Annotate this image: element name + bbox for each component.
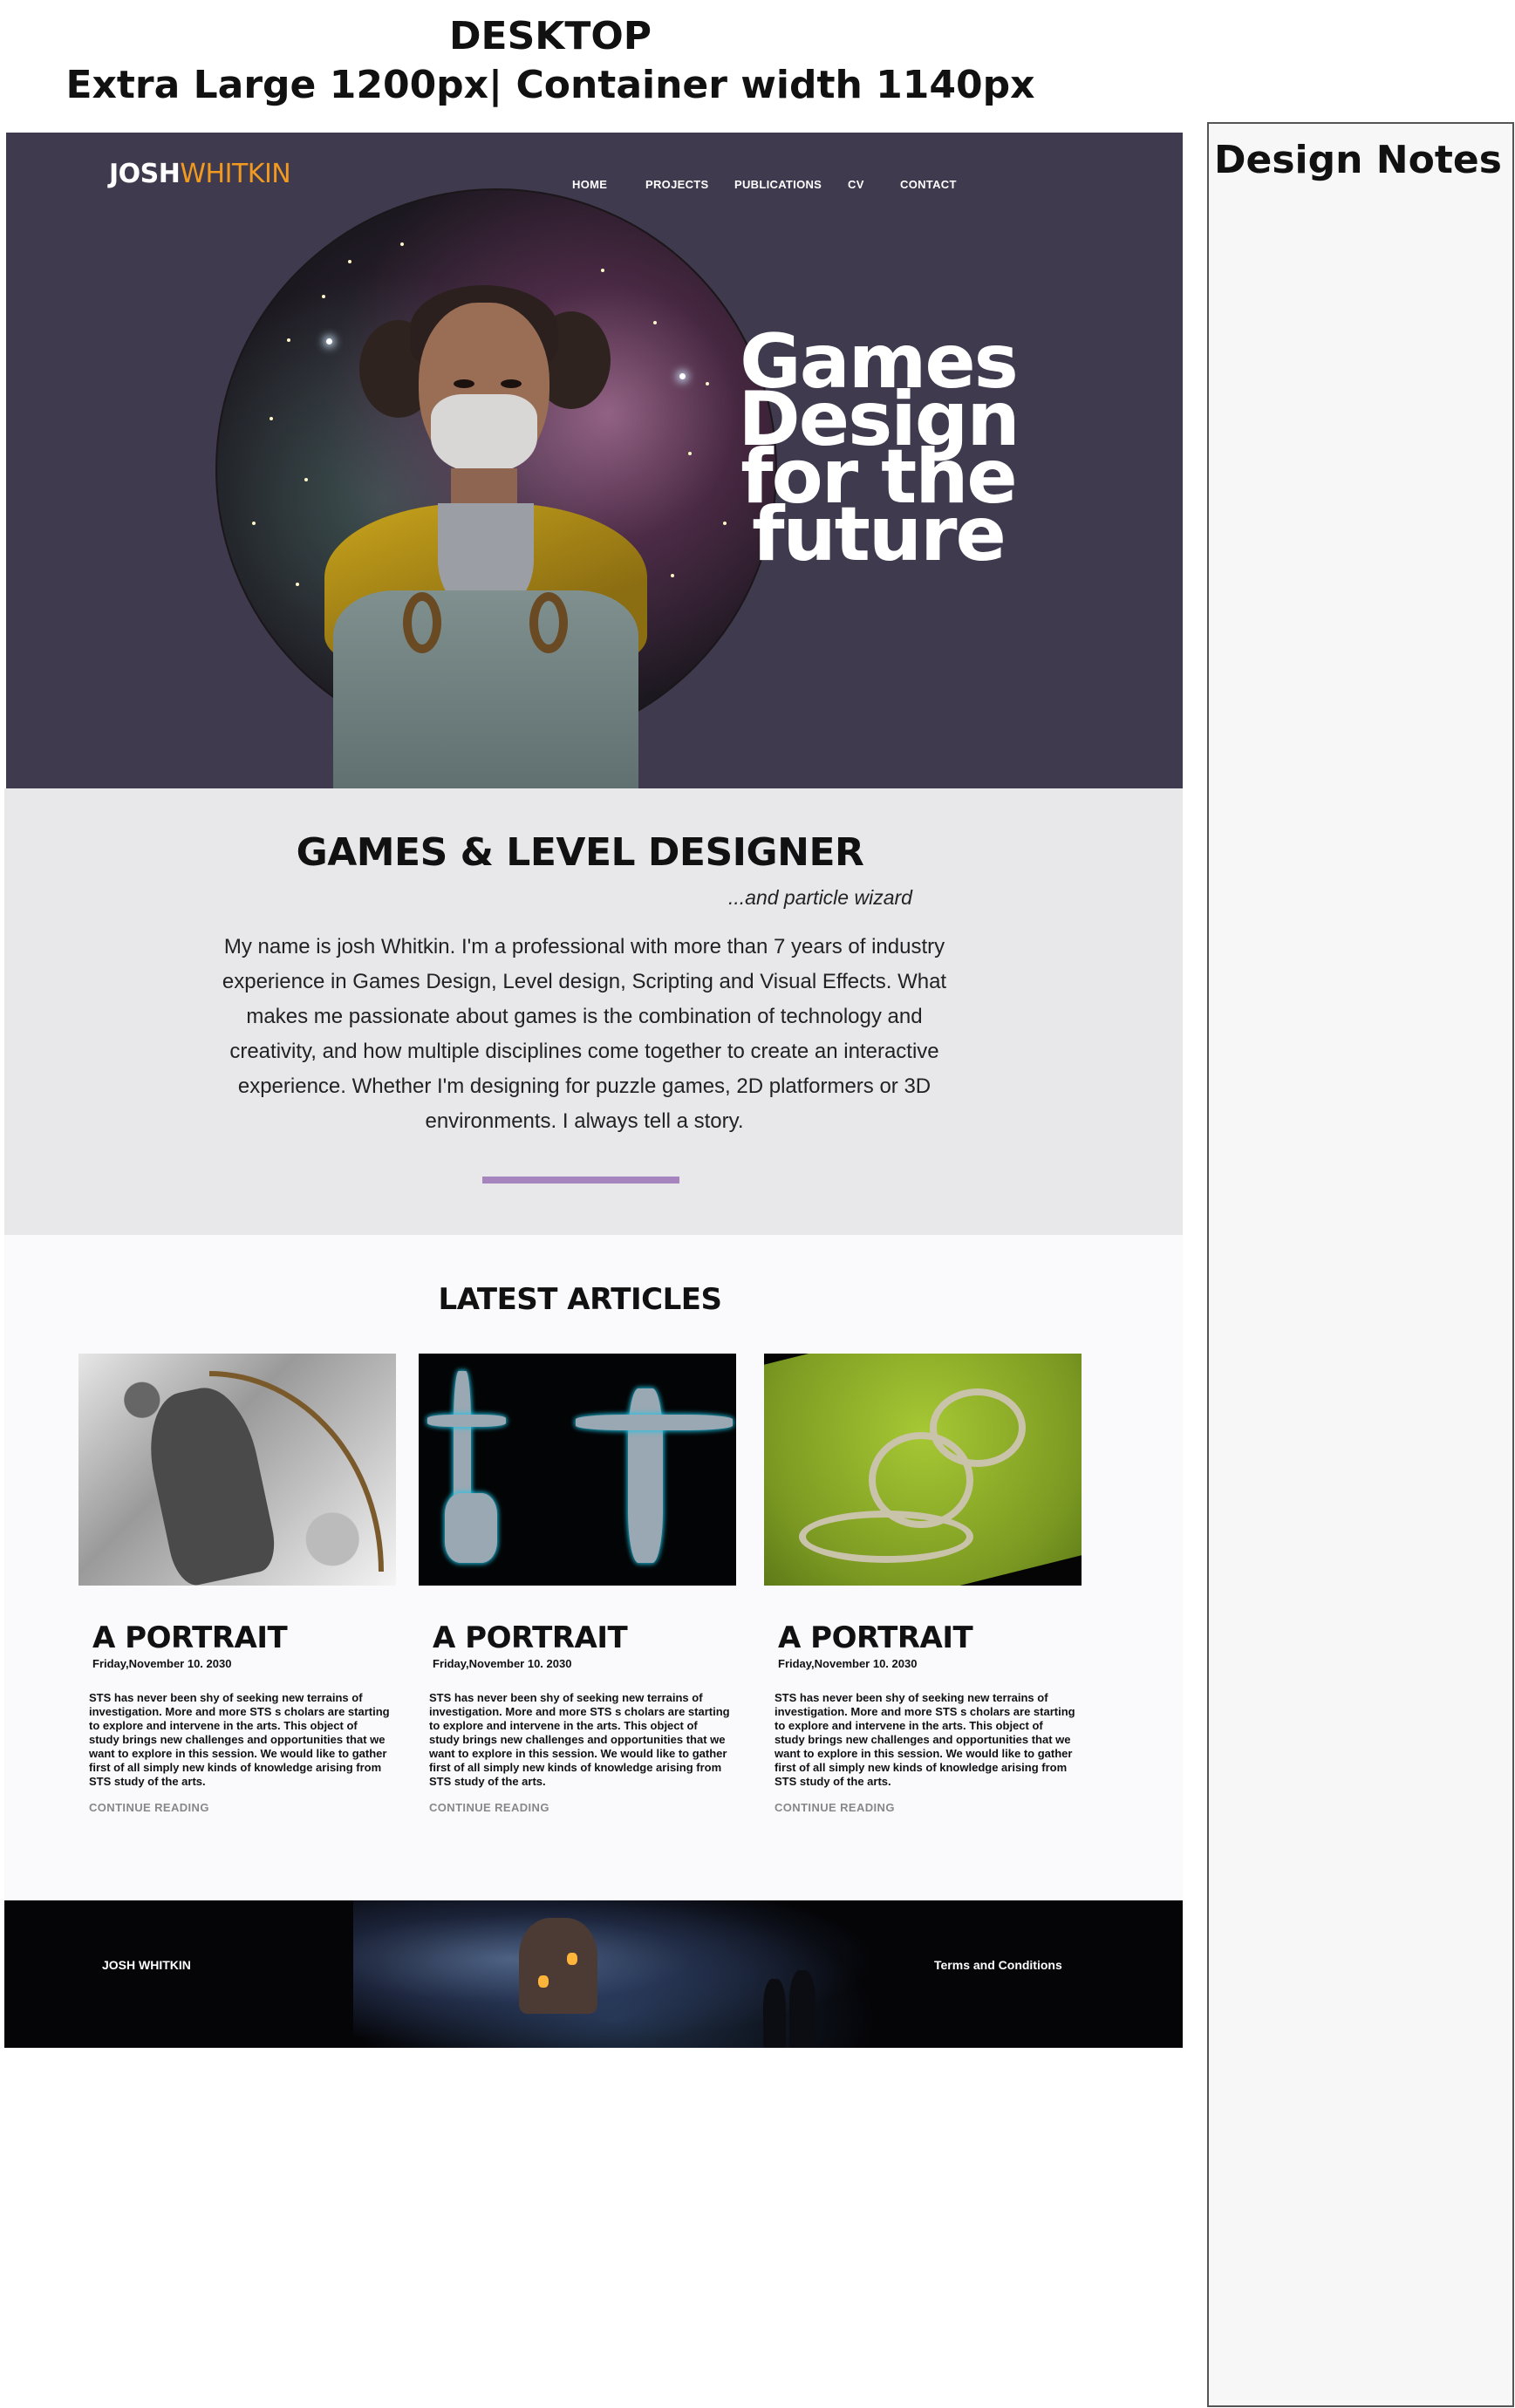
article-title[interactable]: A PORTRAIT [92, 1620, 401, 1655]
article-card: A PORTRAIT Friday,November 10. 2030 STS … [419, 1354, 741, 1816]
about-title: GAMES & LEVEL DESIGNER [296, 830, 864, 875]
character-illustration [307, 276, 673, 788]
heading-breakpoint: Extra Large 1200px| Container width 1140… [65, 63, 1035, 107]
hero-title-line: future [752, 491, 1007, 578]
latest-articles-section: LATEST ARTICLES A PORTRAIT Friday,Novemb… [4, 1235, 1183, 1900]
about-tagline: ...and particle wizard [728, 886, 912, 909]
footer-name: JOSH WHITKIN [102, 1958, 191, 1972]
about-section: GAMES & LEVEL DESIGNER ...and particle w… [4, 788, 1183, 1235]
logo-last-name: WHITKIN [180, 159, 291, 189]
main-nav: HOME PROJECTS PUBLICATIONS CV CONTACT [572, 178, 1183, 195]
article-excerpt: STS has never been shy of seeking new te… [429, 1691, 730, 1788]
hero-title: Games Design for the future [713, 324, 1044, 578]
article-card: A PORTRAIT Friday,November 10. 2030 STS … [764, 1354, 1087, 1816]
article-title[interactable]: A PORTRAIT [433, 1620, 741, 1655]
articles-title: LATEST ARTICLES [438, 1282, 722, 1317]
article-excerpt: STS has never been shy of seeking new te… [775, 1691, 1075, 1788]
section-divider [482, 1177, 679, 1184]
article-date: Friday,November 10. 2030 [778, 1657, 918, 1670]
site-logo[interactable]: JOSHWHITKIN [109, 159, 291, 189]
forest-house-image [353, 1900, 877, 2048]
article-date: Friday,November 10. 2030 [433, 1657, 572, 1670]
terms-link[interactable]: Terms and Conditions [934, 1958, 1062, 1972]
design-notes-title: Design Notes [1214, 138, 1502, 182]
page-heading: DESKTOP Extra Large 1200px| Container wi… [0, 12, 1101, 110]
heading-device: DESKTOP [448, 14, 652, 58]
nav-contact[interactable]: CONTACT [900, 178, 957, 191]
article-image-archer[interactable] [78, 1354, 396, 1586]
design-notes-panel: Design Notes [1207, 122, 1514, 2407]
article-date: Friday,November 10. 2030 [92, 1657, 232, 1670]
article-card: A PORTRAIT Friday,November 10. 2030 STS … [78, 1354, 401, 1816]
article-image-race-track[interactable] [764, 1354, 1082, 1586]
logo-first-name: JOSH [109, 159, 181, 189]
site-footer: JOSH WHITKIN Terms and Conditions [4, 1900, 1183, 2048]
continue-reading-link[interactable]: CONTINUE READING [89, 1801, 209, 1814]
article-title[interactable]: A PORTRAIT [778, 1620, 1087, 1655]
nav-home[interactable]: HOME [572, 178, 607, 191]
nav-cv[interactable]: CV [848, 178, 864, 191]
nav-publications[interactable]: PUBLICATIONS [734, 178, 822, 191]
article-image-robot[interactable] [419, 1354, 736, 1586]
nav-projects[interactable]: PROJECTS [645, 178, 708, 191]
continue-reading-link[interactable]: CONTINUE READING [429, 1801, 549, 1814]
hero-section: JOSHWHITKIN HOME PROJECTS PUBLICATIONS C… [6, 133, 1183, 788]
continue-reading-link[interactable]: CONTINUE READING [775, 1801, 895, 1814]
article-excerpt: STS has never been shy of seeking new te… [89, 1691, 390, 1788]
about-bio: My name is josh Whitkin. I'm a professio… [222, 935, 947, 1133]
website-mockup: JOSHWHITKIN HOME PROJECTS PUBLICATIONS C… [4, 133, 1183, 2048]
